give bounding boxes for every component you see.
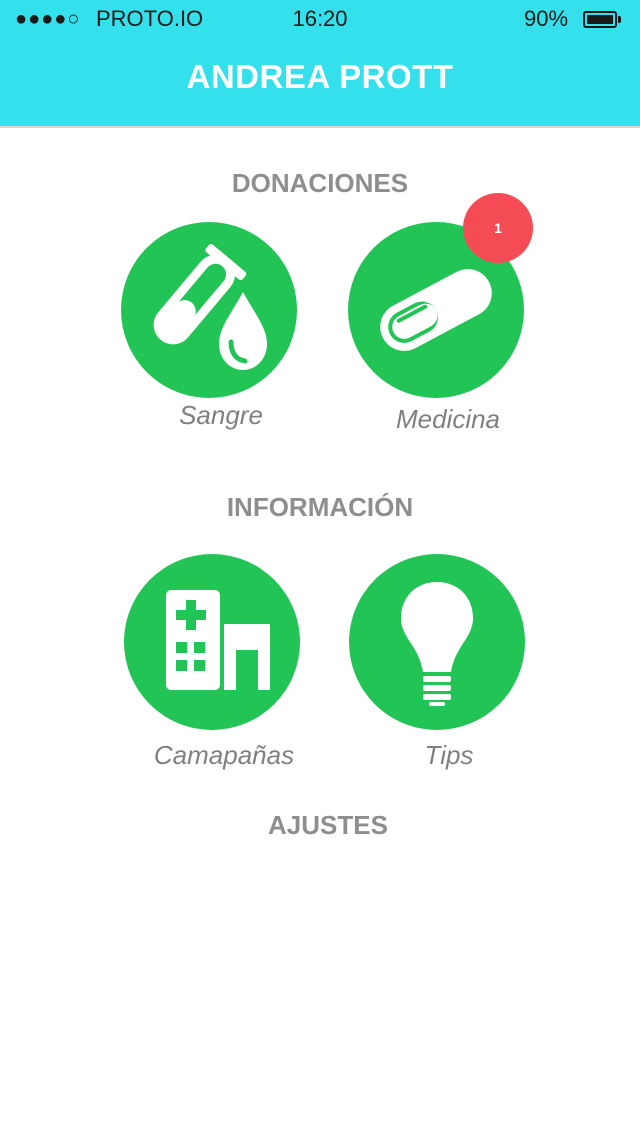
section-title-informacion: INFORMACIÓN [226,492,414,522]
blood-test-icon [153,244,267,370]
battery-fill [587,15,613,24]
tile-medicina[interactable]: 1 Medicina [348,193,548,452]
battery-icon [583,11,621,28]
tile-label-tips: Tips [424,740,474,770]
tile-label-medicina: Medicina [395,404,501,434]
notification-badge: 1 [463,193,533,263]
tile-label-sangre: Sangre [179,400,263,430]
status-bar: ●●●●○ PROTO.IO 16:20 90% [0,0,640,40]
section-title-ajustes[interactable]: AJUSTES [8,810,640,841]
tips-button[interactable] [349,554,525,730]
tile-tips[interactable]: Tips [349,554,549,784]
hospital-icon [166,590,270,690]
battery-nub [618,16,621,23]
page-title: ANDREA PROTT [186,58,454,95]
camapanas-button[interactable] [124,554,300,730]
sangre-button[interactable] [121,222,297,398]
app-screen: ●●●●○ PROTO.IO 16:20 90% ANDREA PROTT DO… [0,0,640,1136]
section-title-donaciones: DONACIONES [231,168,409,198]
lightbulb-icon [401,582,473,706]
tile-sangre[interactable]: Sangre [121,222,321,452]
top-bar: ●●●●○ PROTO.IO 16:20 90% ANDREA PROTT [0,0,640,128]
tile-label-camapanas: Camapañas [153,740,295,770]
tile-camapanas[interactable]: Camapañas [124,554,324,784]
battery-percentage: 90% [524,6,569,31]
